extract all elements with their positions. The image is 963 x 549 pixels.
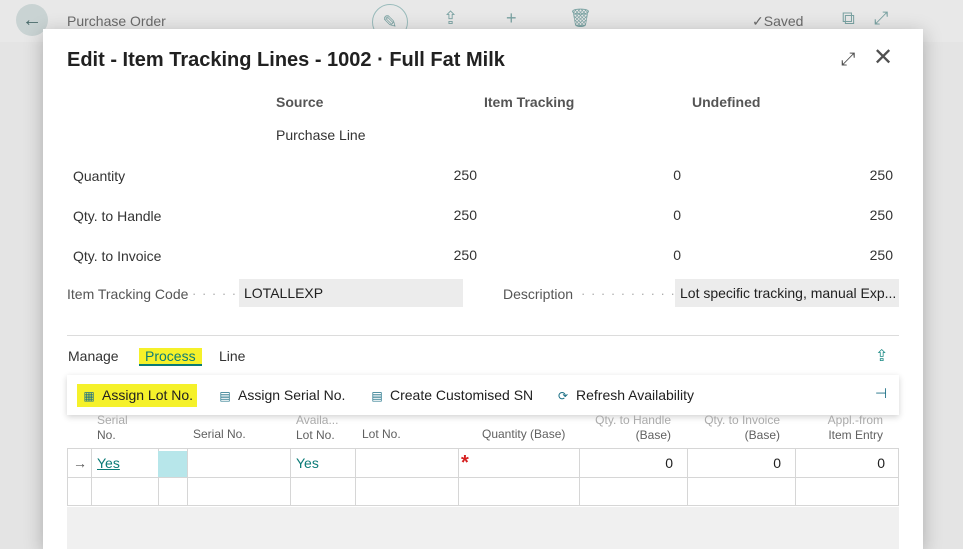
tab-line[interactable]: Line: [219, 348, 245, 364]
qty-to-handle-undefined: 250: [869, 207, 893, 223]
field-leader-dots: · · · · ·: [192, 286, 238, 301]
qty-to-handle-source: 250: [453, 207, 477, 223]
column-header-undefined: Undefined: [692, 94, 761, 110]
close-icon[interactable]: ✕: [873, 46, 893, 70]
header-lot-no-avail[interactable]: Lot No.: [296, 428, 335, 443]
grid-line: [687, 448, 688, 506]
grid-line: [458, 448, 459, 506]
tab-manage[interactable]: Manage: [68, 348, 119, 364]
quantity-undefined: 250: [869, 167, 893, 183]
qty-to-invoice-source: 250: [453, 247, 477, 263]
item-tracking-dialog: Edit - Item Tracking Lines - 1002 · Full…: [43, 29, 923, 549]
assign-serial-no-label: Assign Serial No.: [238, 387, 346, 403]
qty-to-handle-base-cell[interactable]: 0: [583, 455, 673, 471]
grid-empty-area: [67, 507, 899, 549]
selected-cell[interactable]: [158, 451, 187, 477]
refresh-availability-label: Refresh Availability: [576, 387, 695, 403]
header-serial-no-avail[interactable]: No.: [97, 428, 116, 443]
row-label-qty-to-handle: Qty. to Handle: [73, 208, 162, 224]
quantity-source: 250: [453, 167, 477, 183]
grid-icon: ▦: [83, 389, 95, 403]
tab-process[interactable]: Process: [139, 348, 202, 366]
header-avail-partial: Availa...: [296, 413, 339, 427]
grid-line: [579, 448, 580, 506]
share-icon[interactable]: ⇪: [443, 8, 458, 29]
row-label-quantity: Quantity: [73, 168, 126, 184]
grid-line: [187, 448, 188, 506]
header-qty-to-handle-partial: Qty. to Handle: [595, 413, 671, 427]
header-appl-from-item-entry[interactable]: Item Entry: [797, 428, 883, 443]
appl-from-item-entry-cell[interactable]: 0: [797, 455, 885, 471]
dialog-title: Edit - Item Tracking Lines - 1002 · Full…: [67, 49, 505, 71]
assign-serial-no-button[interactable]: ▤ Assign Serial No.: [217, 387, 345, 403]
item-tracking-code-label: Item Tracking Code: [67, 286, 189, 302]
serial-availability-link[interactable]: Yes: [97, 455, 120, 471]
qty-to-invoice-tracking: 0: [673, 247, 681, 263]
item-tracking-code-field[interactable]: LOTALLEXP: [239, 279, 463, 307]
grid-line: [67, 448, 68, 506]
qty-to-invoice-base-cell[interactable]: 0: [689, 455, 781, 471]
grid-line: [67, 477, 899, 478]
create-customised-sn-button[interactable]: ▤ Create Customised SN: [369, 387, 533, 403]
header-qty-to-invoice-base[interactable]: (Base): [689, 428, 780, 443]
serial-number-icon: ▤: [219, 389, 231, 403]
add-icon[interactable]: +: [506, 8, 517, 29]
column-header-item-tracking: Item Tracking: [484, 94, 575, 110]
column-header-source: Source: [276, 94, 324, 110]
action-bar: ▦ Assign Lot No. ▤ Assign Serial No. ▤ Crea…: [67, 375, 899, 415]
share-icon[interactable]: ⇪: [875, 346, 888, 366]
header-serial-no[interactable]: Serial No.: [193, 427, 246, 442]
header-qty-to-invoice-partial: Qty. to Invoice: [704, 413, 780, 427]
assign-lot-no-button[interactable]: ▦ Assign Lot No.: [77, 384, 198, 407]
row-arrow-icon: →: [73, 455, 87, 471]
pin-icon[interactable]: ⊣: [875, 385, 887, 402]
description-label: Description: [503, 286, 574, 302]
delete-icon[interactable]: 🗑: [569, 8, 592, 29]
create-customised-sn-label: Create Customised SN: [390, 387, 534, 403]
qty-to-handle-tracking: 0: [673, 207, 681, 223]
grid-line: [795, 448, 796, 506]
grid-line: [67, 448, 899, 449]
required-asterisk-icon: *: [461, 452, 469, 474]
grid-line: [898, 448, 899, 506]
header-serial-partial: Serial: [97, 413, 128, 427]
expand-icon[interactable]: ⤢: [841, 49, 855, 70]
header-appl-from-partial: Appl.-from: [827, 413, 883, 427]
expand-icon[interactable]: ⤢: [874, 8, 888, 29]
refresh-icon: ⟳: [557, 389, 569, 403]
quantity-tracking: 0: [673, 167, 681, 183]
background-page-title: Purchase Order: [67, 13, 166, 29]
grid-line: [67, 505, 899, 506]
header-qty-to-handle-base[interactable]: (Base): [583, 428, 671, 443]
divider: [67, 335, 899, 336]
row-label-qty-to-invoice: Qty. to Invoice: [73, 248, 162, 264]
qty-to-invoice-undefined: 250: [869, 247, 893, 263]
grid-line: [290, 448, 291, 506]
field-leader-dots: · · · · · · · · · ·: [581, 286, 676, 301]
description-field[interactable]: Lot specific tracking, manual Exp...: [675, 279, 899, 307]
open-new-window-icon[interactable]: ⧉: [842, 8, 855, 29]
grid-line: [91, 448, 92, 506]
source-subtitle: Purchase Line: [276, 127, 366, 143]
assign-lot-no-label: Assign Lot No.: [102, 387, 194, 403]
serial-number-icon: ▤: [371, 389, 383, 403]
grid-line: [355, 448, 356, 506]
header-lot-no[interactable]: Lot No.: [362, 427, 401, 442]
lot-availability-value[interactable]: Yes: [296, 455, 319, 471]
refresh-availability-button[interactable]: ⟳ Refresh Availability: [555, 387, 694, 403]
saved-status: ✓Saved: [752, 13, 804, 29]
header-quantity-base[interactable]: Quantity (Base): [482, 427, 565, 442]
